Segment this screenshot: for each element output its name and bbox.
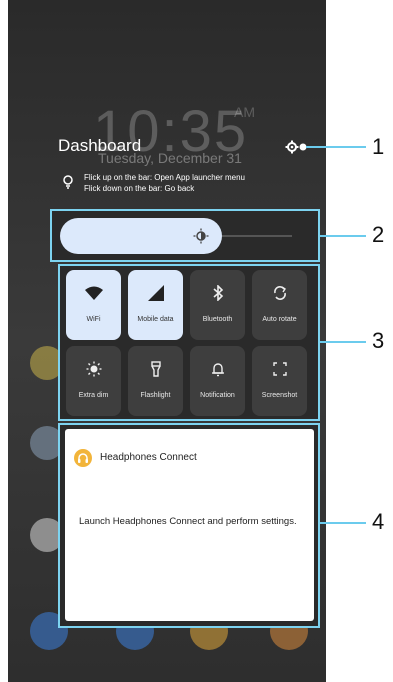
callout-line-3 — [320, 341, 366, 343]
flashlight-icon — [147, 360, 165, 378]
headphones-connect-card[interactable]: Headphones Connect Launch Headphones Con… — [65, 429, 314, 621]
tile-auto-rotate[interactable]: Auto rotate — [252, 270, 307, 340]
lightbulb-icon — [62, 175, 74, 189]
screenshot-icon — [271, 360, 289, 378]
tile-wifi[interactable]: WiFi — [66, 270, 121, 340]
card-description: Launch Headphones Connect and perform se… — [79, 516, 297, 527]
bluetooth-icon — [209, 284, 227, 302]
background-ampm: AM — [234, 104, 255, 120]
brightness-icon — [193, 228, 209, 244]
phone-screen: 10:35 AM Tuesday, December 31 Dashboard … — [8, 0, 326, 682]
hint-line: Flick up on the bar: Open App launcher m… — [84, 173, 245, 182]
tile-bluetooth[interactable]: Bluetooth — [190, 270, 245, 340]
tile-extra-dim[interactable]: Extra dim — [66, 346, 121, 416]
tile-label: Mobile data — [137, 316, 174, 323]
tile-label: Extra dim — [78, 392, 109, 399]
callout-number-3: 3 — [372, 328, 385, 353]
tile-mobile-data[interactable]: Mobile data — [128, 270, 183, 340]
callout-number-1: 1 — [372, 134, 385, 159]
gesture-hints: Flick up on the bar: Open App launcher m… — [84, 172, 245, 194]
callout-line-2 — [320, 235, 366, 237]
tile-screenshot[interactable]: Screenshot — [252, 346, 307, 416]
tile-label: Screenshot — [261, 392, 298, 399]
card-title: Headphones Connect — [100, 452, 197, 463]
tile-label: WiFi — [86, 316, 101, 323]
tile-label: Auto rotate — [262, 316, 297, 323]
dim-icon — [85, 360, 103, 378]
settings-gear-icon[interactable] — [285, 140, 307, 154]
callout-number-4: 4 — [372, 509, 385, 534]
callout-line-4 — [320, 522, 366, 524]
tile-label: Flashlight — [140, 392, 171, 399]
callout-number-2: 2 — [372, 222, 385, 247]
brightness-slider[interactable] — [60, 218, 292, 254]
signal-icon — [147, 284, 165, 302]
tile-flashlight[interactable]: Flashlight — [128, 346, 183, 416]
brightness-track — [222, 235, 292, 237]
dashboard-title: Dashboard — [58, 136, 142, 155]
tile-notification[interactable]: Notification — [190, 346, 245, 416]
rotate-icon — [271, 284, 289, 302]
hint-line: Flick down on the bar: Go back — [84, 184, 195, 193]
wifi-icon — [84, 284, 103, 302]
callout-line-1 — [306, 146, 366, 148]
headphones-icon — [74, 449, 92, 467]
bell-icon — [209, 360, 227, 378]
tile-label: Bluetooth — [202, 316, 233, 323]
tile-label: Notification — [200, 392, 235, 399]
